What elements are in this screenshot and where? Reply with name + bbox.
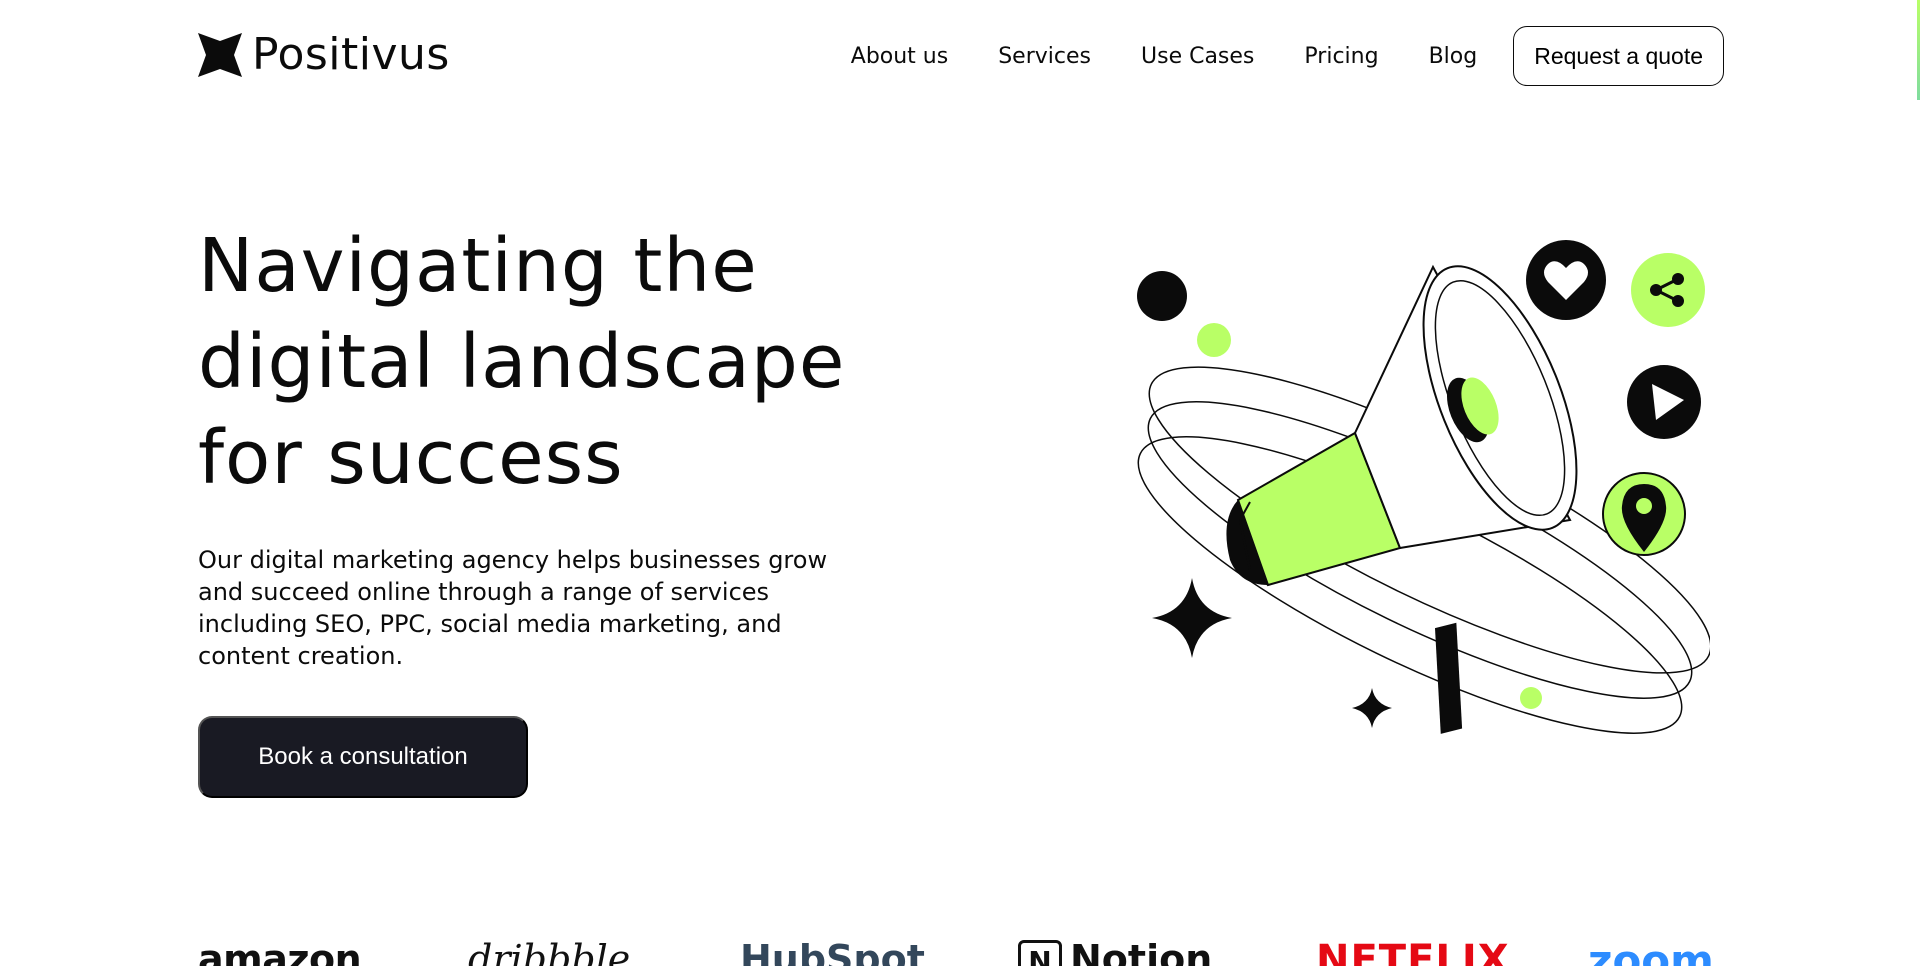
megaphone-illustration (1137, 240, 1710, 734)
hero-description: Our digital marketing agency helps busin… (198, 546, 828, 670)
megaphone-icon (1226, 264, 1578, 734)
dribbble-logo: dribbble (468, 937, 631, 966)
nav-pricing[interactable]: Pricing (1304, 44, 1378, 69)
main-nav: About us Services Use Cases Pricing Blog… (851, 26, 1724, 86)
hero-title-line: for success (198, 415, 624, 501)
hero-title-line: Navigating the (198, 223, 758, 309)
nav-services[interactable]: Services (998, 44, 1091, 69)
nav-about-us[interactable]: About us (851, 44, 948, 69)
share-icon (1631, 253, 1705, 327)
client-logos: amazon dribbble HubSpot N Notion NETFLIX… (198, 940, 1728, 966)
amazon-logo: amazon (198, 937, 362, 966)
green-dot (1197, 323, 1231, 357)
green-dot-small (1520, 687, 1542, 709)
hero-title: Navigating the digital landscape for suc… (198, 218, 898, 506)
book-consultation-button[interactable]: Book a consultation (198, 716, 528, 798)
netflix-logo: NETFLIX (1316, 937, 1510, 966)
site-header: Positivus About us Services Use Cases Pr… (0, 0, 1920, 112)
notion-wordmark: Notion (1070, 937, 1213, 966)
sparkle-star-small-icon (1352, 688, 1392, 728)
request-quote-button[interactable]: Request a quote (1513, 26, 1724, 86)
play-icon (1627, 365, 1701, 439)
star-logo-icon (198, 33, 242, 77)
nav-use-cases[interactable]: Use Cases (1141, 44, 1254, 69)
heart-icon (1526, 240, 1606, 320)
hubspot-logo: HubSpot (740, 937, 925, 966)
hero-title-line: digital landscape (198, 319, 846, 405)
notion-icon: N (1018, 940, 1062, 966)
brand-logo[interactable]: Positivus (198, 32, 450, 78)
zoom-logo: zoom (1588, 936, 1714, 966)
nav-blog[interactable]: Blog (1429, 44, 1478, 69)
black-dot (1137, 271, 1187, 321)
sparkle-star-icon (1152, 578, 1232, 658)
brand-name: Positivus (252, 29, 450, 80)
notion-logo: N Notion (1018, 940, 1212, 966)
location-pin-icon (1602, 472, 1686, 556)
